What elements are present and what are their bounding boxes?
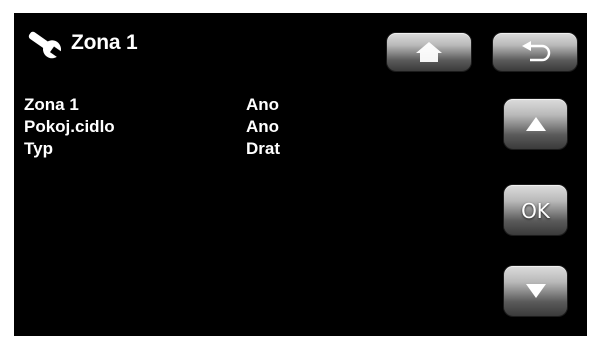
back-button[interactable]	[493, 33, 577, 71]
display-screen: Zona 1 Zona 1 Ano Pokoj.cidlo Ano Typ Dr…	[14, 13, 587, 336]
setting-label: Typ	[24, 139, 53, 158]
setting-label: Pokoj.cidlo	[24, 117, 115, 136]
setting-label: Zona 1	[24, 95, 79, 114]
ok-button[interactable]: OK	[504, 185, 567, 235]
ok-label: OK	[521, 199, 550, 223]
scroll-up-button[interactable]	[504, 99, 567, 149]
back-arrow-icon	[518, 41, 552, 63]
arrow-up-icon	[525, 116, 547, 132]
setting-value: Ano	[246, 117, 280, 136]
setting-value: Drat	[246, 139, 281, 158]
edge-marker	[14, 203, 17, 212]
home-button[interactable]	[387, 33, 471, 71]
arrow-down-icon	[525, 283, 547, 299]
wrench-icon	[22, 25, 64, 61]
scroll-down-button[interactable]	[504, 266, 567, 316]
page-title: Zona 1	[71, 31, 138, 54]
setting-value: Ano	[246, 95, 280, 114]
home-icon	[414, 40, 444, 64]
